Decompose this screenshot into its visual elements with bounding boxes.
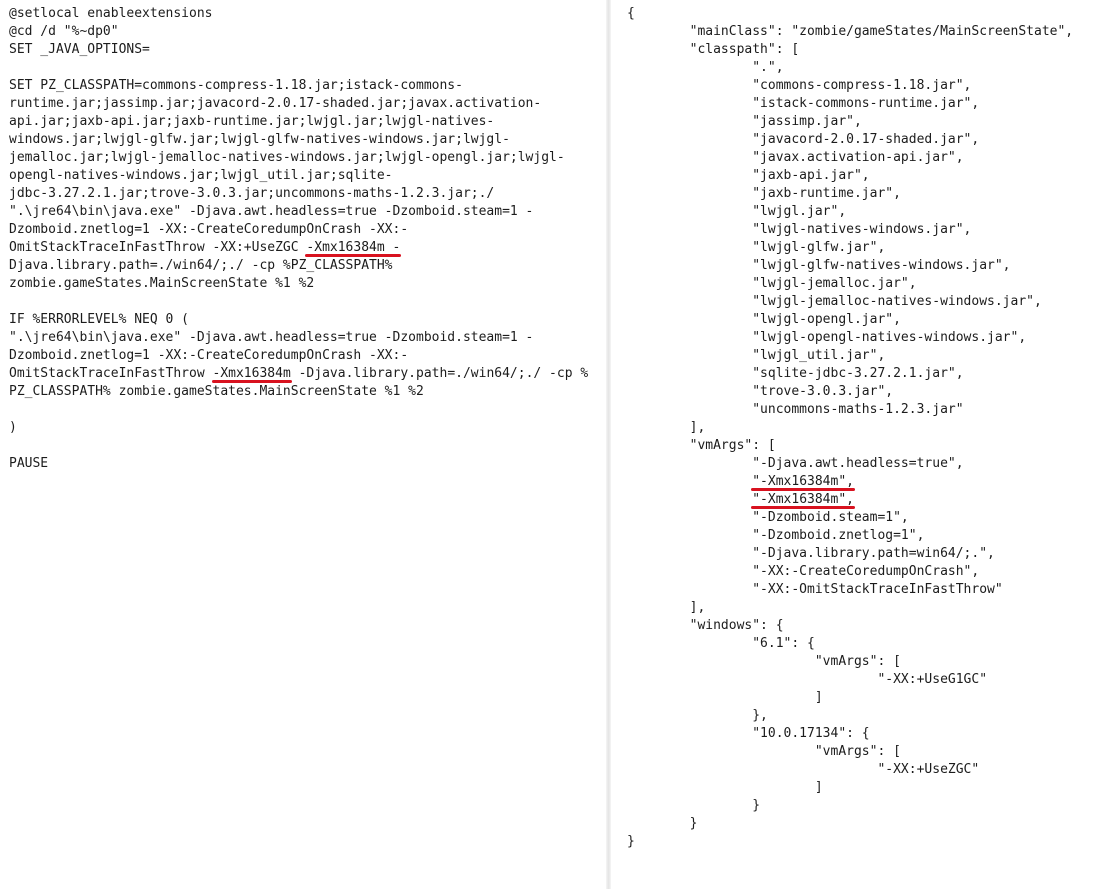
json-config-line: "-XX:+UseG1GC" <box>627 672 988 687</box>
batch-script-line: Dzomboid.znetlog=1 -XX:-CreateCoredumpOn… <box>9 348 409 363</box>
json-config-line: "uncommons-maths-1.2.3.jar" <box>627 402 964 417</box>
json-config-line: "lwjgl-opengl.jar", <box>627 312 901 327</box>
batch-script-line: IF %ERRORLEVEL% NEQ 0 ( <box>9 312 190 327</box>
batch-script-pane[interactable]: @setlocal enableextensions @cd /d "%~dp0"… <box>0 0 606 889</box>
json-config-line: "vmArgs": [ <box>627 438 776 453</box>
json-config-line: "10.0.17134": { <box>627 726 870 741</box>
batch-script-line: Dzomboid.znetlog=1 -XX:-CreateCoredumpOn… <box>9 222 409 237</box>
json-config-line: "javax.activation-api.jar", <box>627 150 964 165</box>
json-config-line: ] <box>627 690 823 705</box>
batch-script-line: windows.jar;lwjgl-glfw.jar;lwjgl-glfw-na… <box>9 132 510 147</box>
batch-script-line <box>9 293 588 311</box>
json-config-pane[interactable]: { "mainClass": "zombie/gameStates/MainSc… <box>611 0 1093 889</box>
json-config-line: { <box>627 6 635 21</box>
json-config-line: "lwjgl_util.jar", <box>627 348 886 363</box>
json-config-line: "classpath": [ <box>627 42 800 57</box>
batch-script-line: @cd /d "%~dp0" <box>9 24 119 39</box>
batch-script-line: api.jar;jaxb-api.jar;jaxb-runtime.jar;lw… <box>9 114 495 129</box>
json-config-line: "vmArgs": [ <box>627 654 901 669</box>
json-config-line: "lwjgl-jemalloc-natives-windows.jar", <box>627 294 1042 309</box>
json-config-line: "lwjgl-jemalloc.jar", <box>627 276 917 291</box>
batch-script-line: PZ_CLASSPATH% zombie.gameStates.MainScre… <box>9 384 424 399</box>
batch-script-line: ".\jre64\bin\java.exe" -Djava.awt.headle… <box>9 330 534 345</box>
code-segment: OmitStackTraceInFastThrow <box>9 366 213 381</box>
json-config-line: "jaxb-api.jar", <box>627 168 870 183</box>
json-config-line: ], <box>627 600 706 615</box>
json-config-line: "-Dzomboid.steam=1", <box>627 510 909 525</box>
json-config-text[interactable]: { "mainClass": "zombie/gameStates/MainSc… <box>627 5 1073 851</box>
json-config-line: "lwjgl.jar", <box>627 204 847 219</box>
json-config-line: ] <box>627 780 823 795</box>
batch-script-line: ) <box>9 420 17 435</box>
batch-script-line: SET PZ_CLASSPATH=commons-compress-1.18.j… <box>9 78 463 93</box>
json-config-line: "-XX:-CreateCoredumpOnCrash", <box>627 564 980 579</box>
json-config-line: }, <box>627 708 768 723</box>
json-config-line: } <box>627 834 635 849</box>
batch-script-line: jemalloc.jar;lwjgl-jemalloc-natives-wind… <box>9 150 565 165</box>
batch-script-line: ".\jre64\bin\java.exe" -Djava.awt.headle… <box>9 204 534 219</box>
json-config-line: } <box>627 816 698 831</box>
batch-script-line: @setlocal enableextensions <box>9 6 213 21</box>
json-config-line: "6.1": { <box>627 636 815 651</box>
code-segment: OmitStackTraceInFastThrow -XX:+UseZGC <box>9 240 307 255</box>
batch-script-text[interactable]: @setlocal enableextensions @cd /d "%~dp0"… <box>9 5 588 473</box>
json-config-line: "vmArgs": [ <box>627 744 901 759</box>
screenshot-page: @setlocal enableextensions @cd /d "%~dp0"… <box>0 0 1093 889</box>
batch-script-line: OmitStackTraceInFastThrow -Xmx16384m -Dj… <box>9 365 588 383</box>
batch-script-line <box>9 401 588 419</box>
json-config-line: "commons-compress-1.18.jar", <box>627 78 972 93</box>
json-config-line: "-Dzomboid.znetlog=1", <box>627 528 925 543</box>
batch-script-line: PAUSE <box>9 456 49 471</box>
code-segment: -Djava.library.path=./win64/;./ -cp % <box>290 366 589 381</box>
json-config-line: "-Djava.library.path=win64/;.", <box>627 546 995 561</box>
json-config-line: } <box>627 798 761 813</box>
json-config-line: ], <box>627 420 706 435</box>
json-config-line: "lwjgl-glfw-natives-windows.jar", <box>627 258 1011 273</box>
json-config-line: "jassimp.jar", <box>627 114 862 129</box>
batch-script-line: opengl-natives-windows.jar;lwjgl_util.ja… <box>9 168 393 183</box>
red-underlined-highlight: "-Xmx16384m", <box>751 492 855 509</box>
batch-script-line: OmitStackTraceInFastThrow -XX:+UseZGC -X… <box>9 239 588 257</box>
json-config-line: ".", <box>627 60 784 75</box>
json-config-line: "lwjgl-opengl-natives-windows.jar", <box>627 330 1027 345</box>
red-underlined-highlight: "-Xmx16384m", <box>751 474 855 491</box>
batch-script-line: SET _JAVA_OPTIONS= <box>9 42 150 57</box>
json-config-line: "-XX:-OmitStackTraceInFastThrow" <box>627 582 1003 597</box>
json-config-line: "-XX:+UseZGC" <box>627 762 980 777</box>
json-config-line: "-Xmx16384m", <box>627 473 1073 491</box>
json-config-line: "istack-commons-runtime.jar", <box>627 96 980 111</box>
json-config-line: "sqlite-jdbc-3.27.2.1.jar", <box>627 366 964 381</box>
batch-script-line <box>9 59 588 77</box>
red-underlined-highlight: -Xmx16384m - <box>305 240 402 257</box>
json-config-line: "-Xmx16384m", <box>627 491 1073 509</box>
json-config-line: "windows": { <box>627 618 784 633</box>
batch-script-line: Djava.library.path=./win64/;./ -cp %PZ_C… <box>9 258 393 273</box>
batch-script-line: runtime.jar;jassimp.jar;javacord-2.0.17-… <box>9 96 542 111</box>
json-config-line: "lwjgl-glfw.jar", <box>627 240 886 255</box>
json-config-line: "lwjgl-natives-windows.jar", <box>627 222 972 237</box>
json-config-line: "mainClass": "zombie/gameStates/MainScre… <box>627 24 1074 39</box>
batch-script-line: jdbc-3.27.2.1.jar;trove-3.0.3.jar;uncomm… <box>9 186 495 201</box>
json-config-line: "-Djava.awt.headless=true", <box>627 456 964 471</box>
json-config-line: "javacord-2.0.17-shaded.jar", <box>627 132 980 147</box>
json-config-line: "jaxb-runtime.jar", <box>627 186 901 201</box>
batch-script-line: zombie.gameStates.MainScreenState %1 %2 <box>9 276 315 291</box>
json-config-line: "trove-3.0.3.jar", <box>627 384 894 399</box>
batch-script-line <box>9 437 588 455</box>
red-underlined-highlight: -Xmx16384m <box>211 366 293 383</box>
